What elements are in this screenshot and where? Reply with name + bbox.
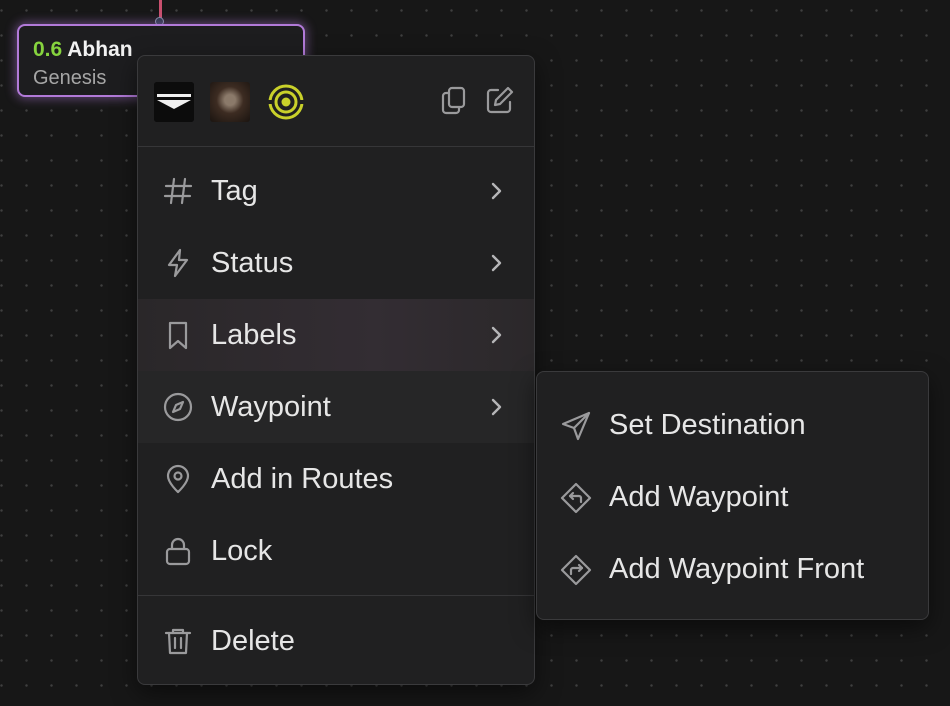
- turn-right-sign-icon: [559, 553, 593, 587]
- avatar[interactable]: [266, 82, 306, 122]
- menu-item-tag[interactable]: Tag: [138, 155, 534, 227]
- bookmark-icon: [162, 319, 194, 351]
- chevron-right-icon: [485, 323, 507, 347]
- waypoint-submenu: Set Destination Add Waypoint Add Waypoin…: [536, 371, 929, 620]
- menu-item-status[interactable]: Status: [138, 227, 534, 299]
- chevron-right-icon: [485, 251, 507, 275]
- node-version: 0.6: [33, 38, 63, 61]
- menu-item-label: Delete: [211, 625, 295, 657]
- menu-divider: [138, 595, 534, 596]
- submenu-item-add-waypoint[interactable]: Add Waypoint: [537, 462, 928, 534]
- menu-item-label: Status: [211, 247, 294, 279]
- lightning-icon: [162, 247, 194, 279]
- chevron-right-icon: [485, 179, 507, 203]
- lock-icon: [162, 535, 194, 567]
- trash-icon: [162, 625, 194, 657]
- menu-item-delete[interactable]: Delete: [138, 605, 534, 677]
- avatar[interactable]: [154, 82, 194, 122]
- avatar[interactable]: [210, 82, 250, 122]
- turn-left-sign-icon: [559, 481, 593, 515]
- menu-item-label: Labels: [211, 319, 297, 351]
- submenu-item-set-destination[interactable]: Set Destination: [537, 390, 928, 462]
- copy-icon[interactable]: [438, 84, 470, 116]
- chevron-right-icon: [485, 395, 507, 419]
- compass-icon: [162, 391, 194, 423]
- send-icon: [559, 409, 593, 443]
- menu-item-label: Lock: [211, 535, 273, 567]
- context-menu: Tag Status Labels Waypoint Add in Routes…: [137, 55, 535, 685]
- edit-icon[interactable]: [484, 84, 516, 116]
- node-subtitle: Genesis: [33, 67, 107, 89]
- submenu-item-label: Add Waypoint Front: [609, 553, 865, 585]
- menu-item-lock[interactable]: Lock: [138, 515, 534, 587]
- submenu-item-label: Set Destination: [609, 409, 806, 441]
- context-menu-header: [138, 56, 534, 147]
- menu-item-waypoint[interactable]: Waypoint: [138, 371, 534, 443]
- menu-item-label: Waypoint: [211, 391, 331, 423]
- menu-item-add-in-routes[interactable]: Add in Routes: [138, 443, 534, 515]
- map-pin-icon: [162, 463, 194, 495]
- menu-item-labels[interactable]: Labels: [138, 299, 534, 371]
- submenu-item-label: Add Waypoint: [609, 481, 789, 513]
- node-title: 0.6 Abhan: [33, 38, 133, 62]
- submenu-item-add-waypoint-front[interactable]: Add Waypoint Front: [537, 534, 928, 606]
- hash-icon: [162, 175, 194, 207]
- menu-item-label: Tag: [211, 175, 258, 207]
- node-name: Abhan: [67, 38, 133, 61]
- menu-item-label: Add in Routes: [211, 463, 394, 495]
